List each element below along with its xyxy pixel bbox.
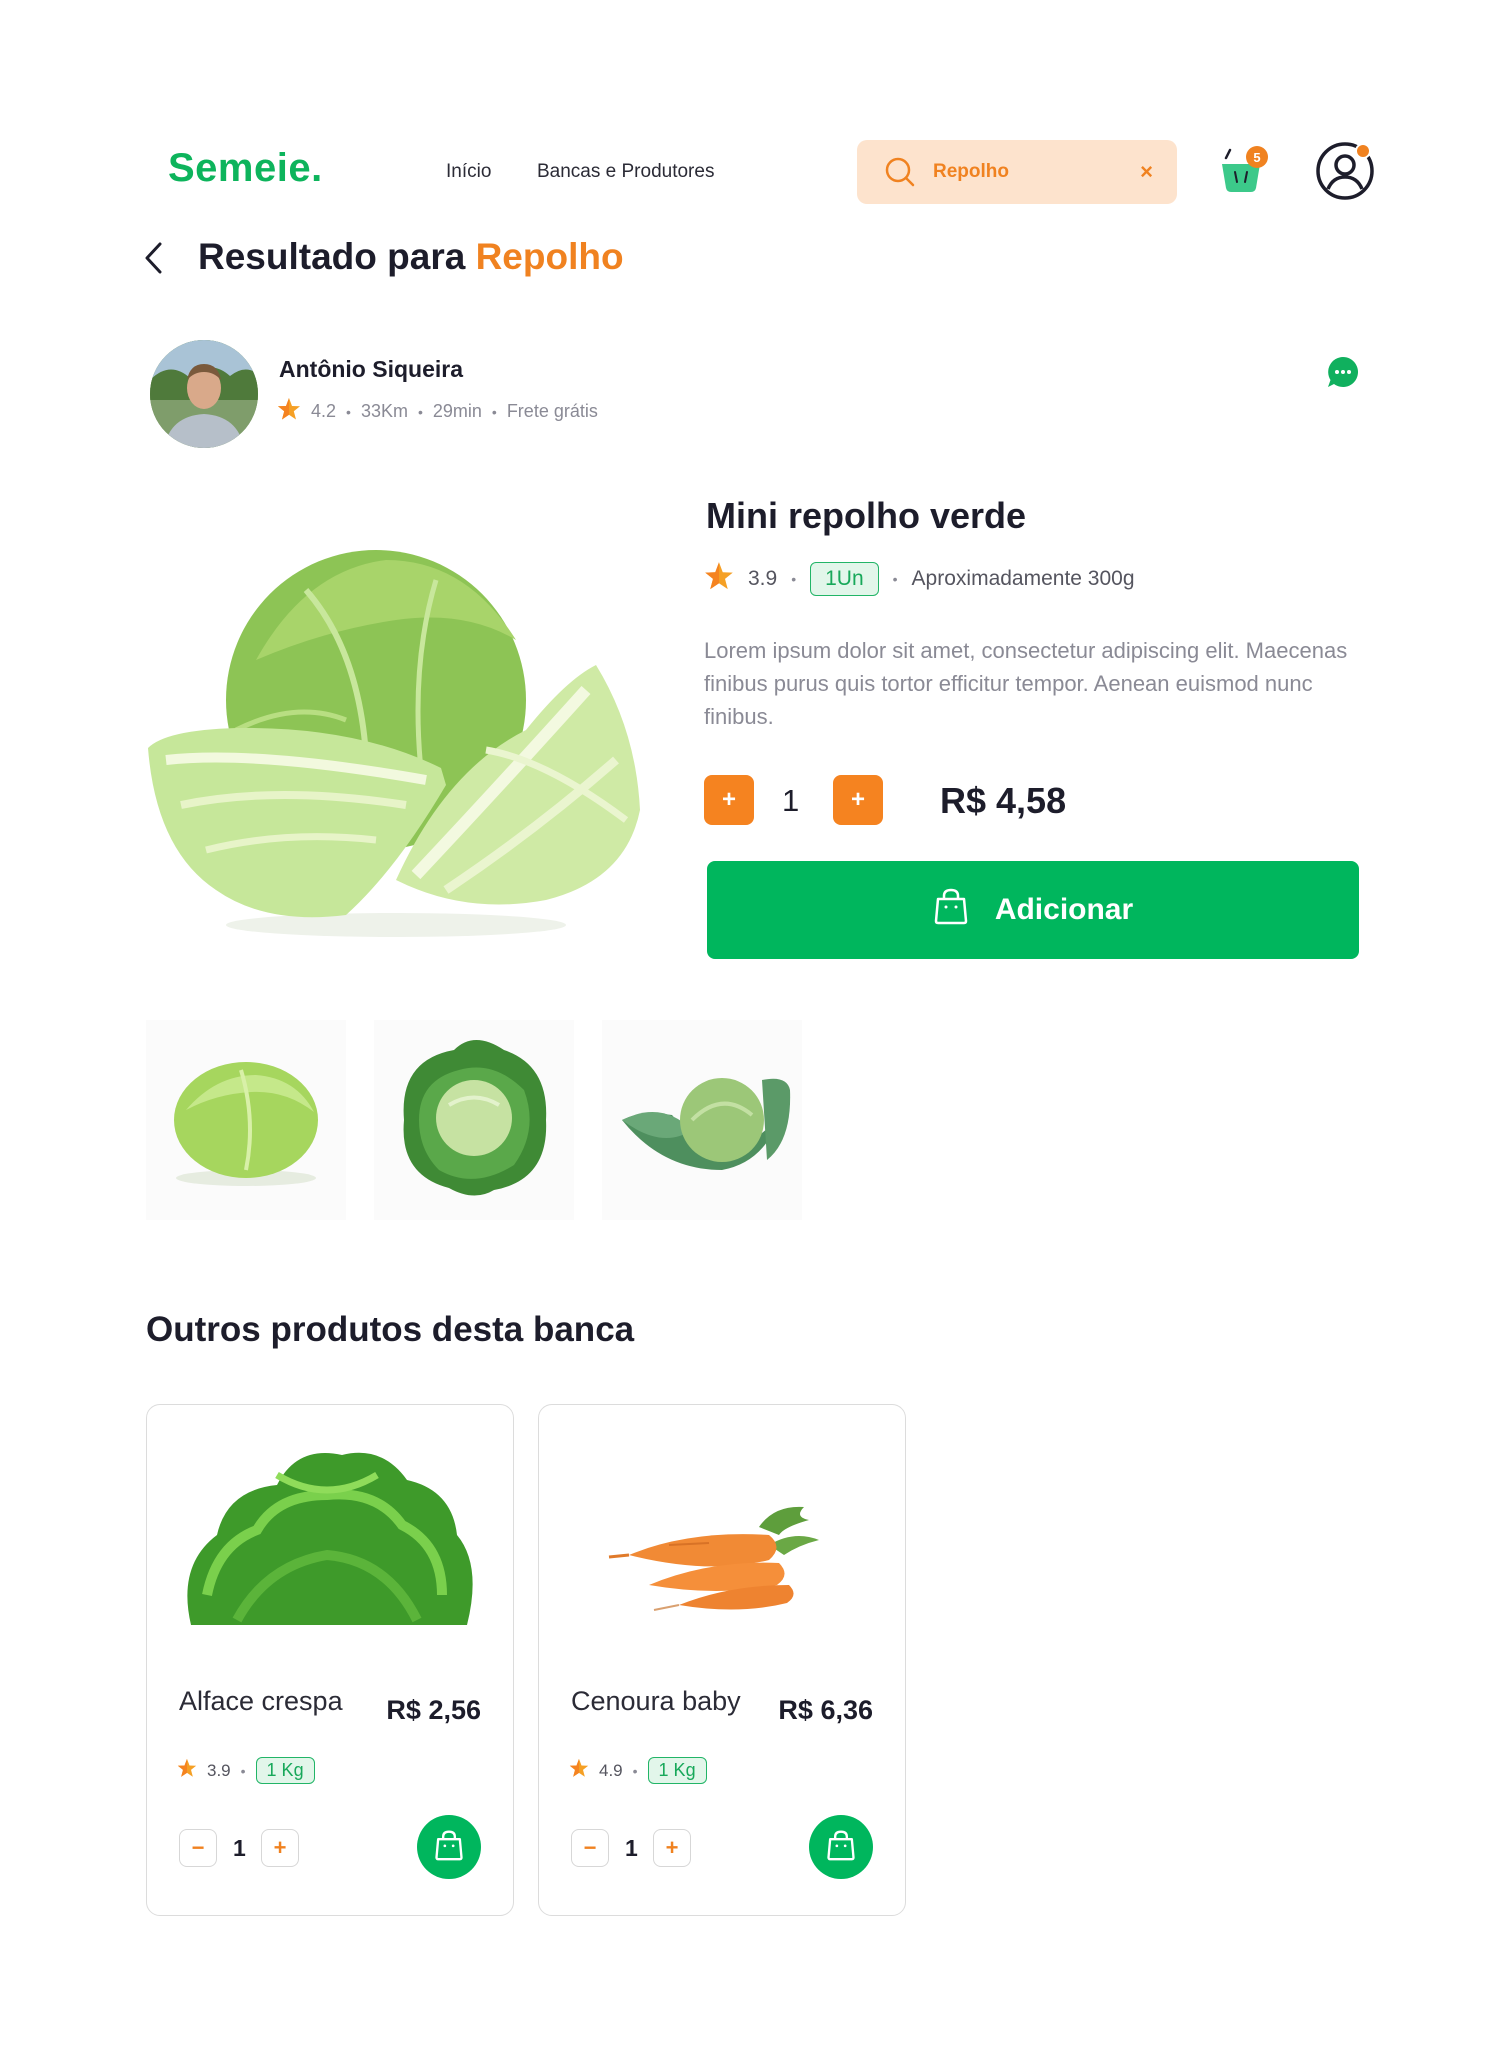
product-price: R$ 4,58 bbox=[940, 780, 1067, 821]
decrement-button[interactable]: − bbox=[179, 1829, 217, 1867]
seller-meta: 4.2 • 33Km • 29min • Frete grátis bbox=[277, 397, 598, 426]
increment-button[interactable]: + bbox=[261, 1829, 299, 1867]
cart-count-badge: 5 bbox=[1246, 146, 1268, 168]
increment-button[interactable]: + bbox=[833, 775, 883, 825]
seller-avatar[interactable] bbox=[150, 340, 258, 448]
card-product-meta: 3.9 • 1 Kg bbox=[177, 1757, 315, 1784]
seller-distance: 33Km bbox=[360, 401, 408, 421]
add-to-cart-button[interactable] bbox=[809, 1815, 873, 1879]
unit-badge: 1Un bbox=[810, 562, 879, 596]
star-icon bbox=[569, 1758, 589, 1783]
logo[interactable]: Semeie. bbox=[168, 146, 323, 191]
page-title-prefix: Resultado para bbox=[198, 236, 466, 277]
separator-dot: • bbox=[791, 571, 797, 587]
unit-badge: 1 Kg bbox=[255, 1757, 315, 1784]
page-title-query: Repolho bbox=[475, 236, 624, 277]
product-image-carrot bbox=[569, 1435, 877, 1655]
quantity-value: 1 bbox=[625, 1835, 638, 1861]
seller-time: 29min bbox=[432, 401, 482, 421]
thumbnail-2[interactable] bbox=[374, 1020, 574, 1220]
add-button-label: Adicionar bbox=[994, 893, 1134, 926]
product-rating: 3.9 bbox=[748, 567, 778, 590]
product-card[interactable]: Cenoura baby R$ 6,36 4.9 • 1 Kg − 1 + bbox=[538, 1404, 906, 1916]
quantity-value: 1 bbox=[233, 1835, 246, 1861]
seller-shipping: Frete grátis bbox=[506, 401, 598, 421]
separator-dot: • bbox=[491, 403, 497, 420]
back-arrow-icon[interactable] bbox=[140, 238, 170, 278]
search-input[interactable]: Repolho bbox=[933, 161, 1140, 183]
product-description: Lorem ipsum dolor sit amet, consectetur … bbox=[704, 638, 1348, 729]
product-image-lettuce bbox=[177, 1435, 485, 1655]
increment-button[interactable]: + bbox=[653, 1829, 691, 1867]
shopping-bag-icon bbox=[434, 1829, 464, 1866]
card-product-price: R$ 6,36 bbox=[778, 1695, 873, 1725]
page-title: Resultado para Repolho bbox=[198, 236, 624, 278]
separator-dot: • bbox=[632, 1762, 638, 1779]
separator-dot: • bbox=[417, 403, 423, 420]
product-meta: 3.9 • 1Un • Aproximadamente 300g bbox=[704, 561, 1135, 597]
seller-rating: 4.2 bbox=[311, 401, 337, 421]
separator-dot: • bbox=[892, 571, 898, 587]
product-card[interactable]: Alface crespa R$ 2,56 3.9 • 1 Kg − 1 + bbox=[146, 1404, 514, 1916]
card-product-rating: 4.9 bbox=[599, 1760, 623, 1780]
add-to-cart-button[interactable] bbox=[417, 1815, 481, 1879]
separator-dot: • bbox=[346, 403, 351, 420]
search-icon bbox=[883, 155, 917, 189]
product-weight: Aproximadamente 300g bbox=[911, 567, 1135, 590]
star-icon bbox=[277, 397, 301, 426]
star-icon bbox=[704, 561, 734, 597]
card-product-price: R$ 2,56 bbox=[386, 1695, 481, 1725]
thumbnail-3[interactable] bbox=[602, 1020, 802, 1220]
notification-dot bbox=[1355, 143, 1371, 159]
nav-inicio[interactable]: Início bbox=[446, 161, 491, 183]
quantity-value: 1 bbox=[782, 783, 800, 818]
nav-bancas-produtores[interactable]: Bancas e Produtores bbox=[537, 161, 714, 183]
product-image-cabbage bbox=[146, 530, 646, 940]
search-box[interactable]: Repolho × bbox=[857, 140, 1177, 204]
card-product-name: Cenoura baby bbox=[571, 1686, 741, 1716]
chat-icon[interactable] bbox=[1326, 355, 1360, 389]
shopping-bag-icon bbox=[826, 1829, 856, 1866]
thumbnail-1[interactable] bbox=[146, 1020, 346, 1220]
decrement-button[interactable]: + bbox=[704, 775, 754, 825]
card-product-name: Alface crespa bbox=[179, 1686, 343, 1716]
card-product-meta: 4.9 • 1 Kg bbox=[569, 1757, 707, 1784]
shopping-bag-icon bbox=[933, 887, 969, 933]
unit-badge: 1 Kg bbox=[647, 1757, 707, 1784]
decrement-button[interactable]: − bbox=[571, 1829, 609, 1867]
seller-name[interactable]: Antônio Siqueira bbox=[279, 356, 463, 383]
product-name: Mini repolho verde bbox=[706, 495, 1027, 536]
separator-dot: • bbox=[240, 1762, 246, 1779]
clear-search-icon[interactable]: × bbox=[1140, 159, 1153, 185]
section-title: Outros produtos desta banca bbox=[146, 1310, 635, 1349]
card-product-rating: 3.9 bbox=[207, 1760, 231, 1780]
star-icon bbox=[177, 1758, 197, 1783]
add-to-cart-button[interactable]: Adicionar bbox=[707, 861, 1359, 959]
